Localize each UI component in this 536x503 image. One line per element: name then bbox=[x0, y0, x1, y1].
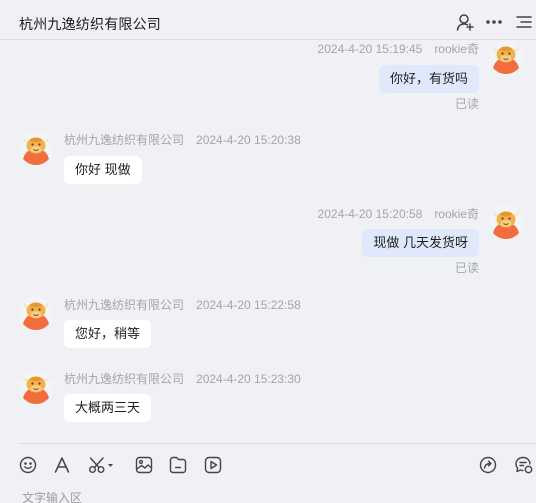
message-bubble[interactable]: 大概两三天 bbox=[64, 394, 152, 422]
more-icon[interactable] bbox=[484, 12, 504, 32]
share-icon[interactable] bbox=[478, 455, 498, 475]
message-bubble[interactable]: 您好，稍等 bbox=[64, 320, 152, 348]
message-time: 2024-4-20 15:19:45 bbox=[317, 42, 423, 56]
file-icon[interactable] bbox=[168, 455, 188, 475]
message-meta: 2024-4-20 15:19:45 rookie奇 bbox=[318, 40, 479, 57]
scissors-icon[interactable] bbox=[88, 455, 116, 475]
message-time: 2024-4-20 15:20:38 bbox=[196, 133, 301, 147]
message-meta: 杭州九逸纺织有限公司 2024-4-20 15:20:38 bbox=[64, 131, 301, 148]
avatar[interactable] bbox=[19, 296, 53, 330]
image-icon[interactable] bbox=[134, 455, 154, 475]
message-time: 2024-4-20 15:20:58 bbox=[317, 207, 423, 221]
quick-reply-icon[interactable] bbox=[514, 455, 534, 475]
add-contact-icon[interactable] bbox=[455, 12, 475, 32]
emoji-icon[interactable] bbox=[18, 455, 38, 475]
font-icon[interactable] bbox=[52, 455, 72, 475]
video-icon[interactable] bbox=[203, 455, 223, 475]
read-status: 已读 bbox=[454, 97, 479, 111]
avatar[interactable] bbox=[19, 370, 53, 404]
message-time: 2024-4-20 15:22:58 bbox=[196, 298, 301, 312]
message-meta: 杭州九逸纺织有限公司 2024-4-20 15:22:58 bbox=[64, 296, 301, 313]
sender-name: rookie奇 bbox=[434, 207, 479, 221]
message-meta: 杭州九逸纺织有限公司 2024-4-20 15:23:30 bbox=[64, 370, 301, 387]
menu-icon[interactable] bbox=[514, 12, 534, 32]
avatar[interactable] bbox=[19, 131, 53, 165]
avatar[interactable] bbox=[489, 205, 523, 239]
message-meta: 2024-4-20 15:20:58 rookie奇 bbox=[318, 205, 479, 222]
sender-name: 杭州九逸纺织有限公司 bbox=[64, 133, 185, 147]
chat-title: 杭州九逸纺织有限公司 bbox=[19, 16, 161, 32]
message-bubble[interactable]: 你好 现做 bbox=[64, 156, 142, 184]
message-list[interactable]: 2024-4-20 15:19:45 rookie奇 你好，有货吗 已读 杭州九逸… bbox=[0, 40, 536, 443]
message-bubble[interactable]: 你好，有货吗 bbox=[378, 65, 479, 93]
sender-name: rookie奇 bbox=[434, 42, 479, 56]
avatar[interactable] bbox=[489, 40, 523, 74]
chat-header: 杭州九逸纺织有限公司 bbox=[0, 0, 536, 40]
sender-name: 杭州九逸纺织有限公司 bbox=[64, 298, 185, 312]
message-time: 2024-4-20 15:23:30 bbox=[196, 372, 301, 386]
message-input[interactable]: 文字输入区 bbox=[22, 489, 82, 503]
message-bubble[interactable]: 现做 几天发货呀 bbox=[362, 229, 479, 257]
sender-name: 杭州九逸纺织有限公司 bbox=[64, 372, 185, 386]
toolbar-divider bbox=[18, 443, 536, 444]
read-status: 已读 bbox=[454, 261, 479, 275]
